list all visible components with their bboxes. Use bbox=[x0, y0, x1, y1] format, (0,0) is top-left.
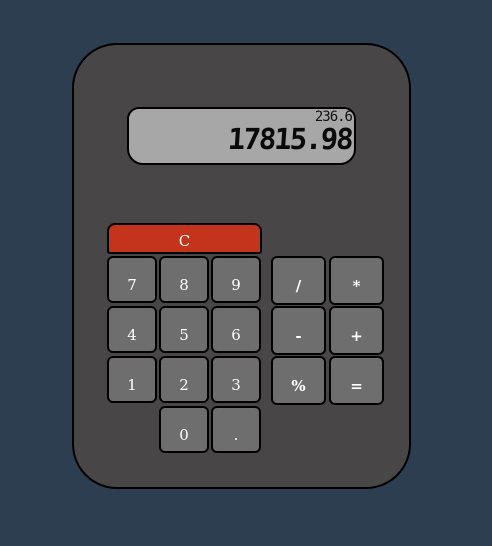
divide-button[interactable]: / bbox=[271, 256, 326, 305]
equals-button[interactable]: = bbox=[329, 356, 384, 405]
multiply-button[interactable]: * bbox=[329, 256, 384, 305]
digit-6-button[interactable]: 6 bbox=[211, 306, 261, 353]
digit-8-button[interactable]: 8 bbox=[159, 256, 209, 303]
percent-button[interactable]: % bbox=[271, 356, 326, 405]
display-screen: 236.6 17815.98 bbox=[127, 107, 356, 165]
digit-2-button[interactable]: 2 bbox=[159, 356, 209, 403]
digit-9-button[interactable]: 9 bbox=[211, 256, 261, 303]
digit-7-button[interactable]: 7 bbox=[107, 256, 157, 303]
digit-4-button[interactable]: 4 bbox=[107, 306, 157, 353]
add-button[interactable]: + bbox=[329, 306, 384, 355]
subtract-button[interactable]: - bbox=[271, 306, 326, 355]
digit-0-button[interactable]: 0 bbox=[159, 406, 209, 453]
display-primary-value: 17815.98 bbox=[227, 122, 354, 156]
digit-3-button[interactable]: 3 bbox=[211, 356, 261, 403]
clear-button[interactable]: C bbox=[107, 223, 262, 254]
decimal-button[interactable]: . bbox=[211, 406, 261, 453]
digit-5-button[interactable]: 5 bbox=[159, 306, 209, 353]
digit-1-button[interactable]: 1 bbox=[107, 356, 157, 403]
